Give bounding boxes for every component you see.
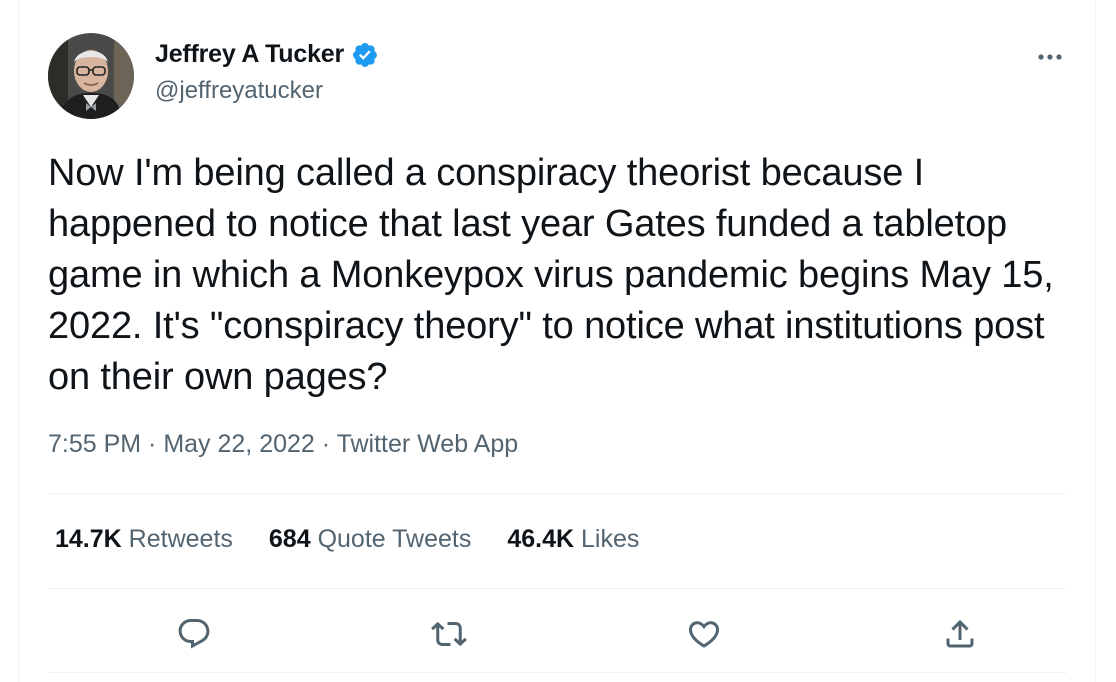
retweets-label: Retweets (128, 525, 233, 553)
more-options-icon[interactable] (1033, 40, 1067, 74)
meta-separator: · (314, 430, 337, 458)
share-icon[interactable] (940, 614, 980, 654)
action-bar (48, 608, 1067, 658)
verified-badge-icon (351, 41, 379, 69)
likes-count: 46.4K (507, 525, 575, 553)
quote-tweets-count: 684 (268, 525, 311, 553)
retweets-stat[interactable]: 14.7K Retweets (55, 525, 233, 554)
tweet-time[interactable]: 7:55 PM (48, 430, 141, 458)
retweet-icon[interactable] (429, 614, 469, 654)
tweet-meta: 7:55 PM · May 22, 2022 · Twitter Web App (48, 430, 518, 459)
engagement-stats: 14.7K Retweets 684 Quote Tweets 46.4K Li… (55, 525, 675, 554)
tweet-text: Now I'm being called a conspiracy theori… (48, 152, 1065, 398)
reply-icon[interactable] (174, 614, 214, 654)
likes-stat[interactable]: 46.4K Likes (507, 525, 639, 554)
author-name-row[interactable]: Jeffrey A Tucker (155, 40, 379, 69)
like-icon[interactable] (684, 614, 724, 654)
tweet-date[interactable]: May 22, 2022 (163, 430, 315, 458)
divider (48, 493, 1067, 494)
author-handle[interactable]: @jeffreyatucker (155, 77, 323, 105)
avatar[interactable] (48, 33, 134, 119)
meta-separator: · (141, 430, 164, 458)
quote-tweets-label: Quote Tweets (317, 525, 472, 553)
author-display-name[interactable]: Jeffrey A Tucker (155, 40, 344, 69)
tweet-card: Jeffrey A Tucker @jeffreyatucker Now I'm… (18, 0, 1096, 682)
tweet-source[interactable]: Twitter Web App (337, 430, 519, 458)
divider (48, 672, 1067, 673)
retweets-count: 14.7K (55, 525, 122, 553)
divider (48, 588, 1067, 589)
likes-label: Likes (581, 525, 640, 553)
quote-tweets-stat[interactable]: 684 Quote Tweets (269, 525, 471, 554)
